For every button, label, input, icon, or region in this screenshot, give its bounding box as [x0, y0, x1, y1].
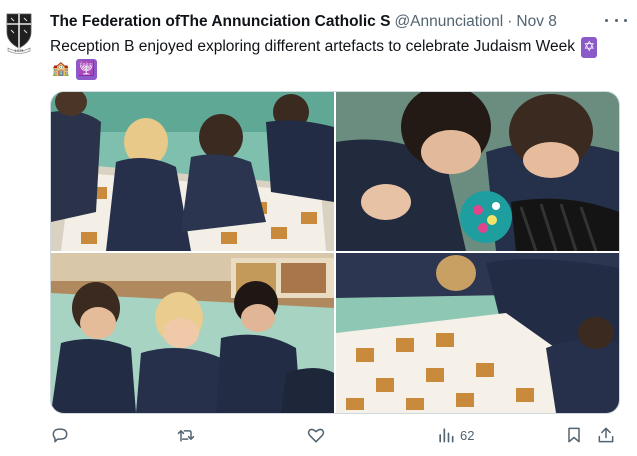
- reply-icon: [52, 428, 68, 443]
- share-button[interactable]: [596, 424, 616, 446]
- separator: ·: [507, 13, 513, 30]
- retweet-button[interactable]: [176, 424, 196, 446]
- like-button[interactable]: [306, 424, 326, 446]
- bookmark-icon: [568, 427, 580, 443]
- share-icon: [598, 427, 614, 443]
- author-handle[interactable]: @Annunciationl: [394, 13, 503, 31]
- views-icon: [439, 428, 454, 443]
- author-name[interactable]: The Federation ofThe Annunciation Cathol…: [50, 13, 390, 31]
- more-icon[interactable]: [605, 14, 627, 26]
- tweet-text: Reception B enjoyed exploring different …: [50, 36, 610, 80]
- action-bar: 62: [50, 424, 620, 448]
- media-grid: [50, 91, 620, 414]
- school-crest-icon: 1975: [6, 13, 32, 54]
- photo-1[interactable]: [51, 92, 334, 251]
- photo-4[interactable]: [336, 253, 619, 413]
- svg-text:1975: 1975: [14, 49, 23, 53]
- school-emoji: 🏫: [52, 61, 70, 77]
- photo-2[interactable]: [336, 92, 619, 251]
- tweet[interactable]: 1975 The Federation ofThe Annunciation C…: [0, 0, 637, 456]
- bookmark-button[interactable]: [564, 424, 584, 446]
- tweet-date[interactable]: Nov 8: [516, 13, 557, 31]
- tweet-header: The Federation ofThe Annunciation Cathol…: [50, 11, 630, 33]
- star-of-david-emoji: ✡: [581, 37, 598, 58]
- reply-button[interactable]: [50, 424, 70, 446]
- avatar[interactable]: 1975: [4, 10, 34, 54]
- views-count: 62: [460, 427, 475, 443]
- heart-icon: [307, 428, 325, 443]
- menorah-emoji: 🕎: [75, 59, 98, 80]
- photo-3[interactable]: [51, 253, 334, 413]
- views-button[interactable]: 62: [436, 424, 474, 446]
- retweet-icon: [177, 430, 195, 442]
- tweet-body: Reception B enjoyed exploring different …: [50, 38, 576, 55]
